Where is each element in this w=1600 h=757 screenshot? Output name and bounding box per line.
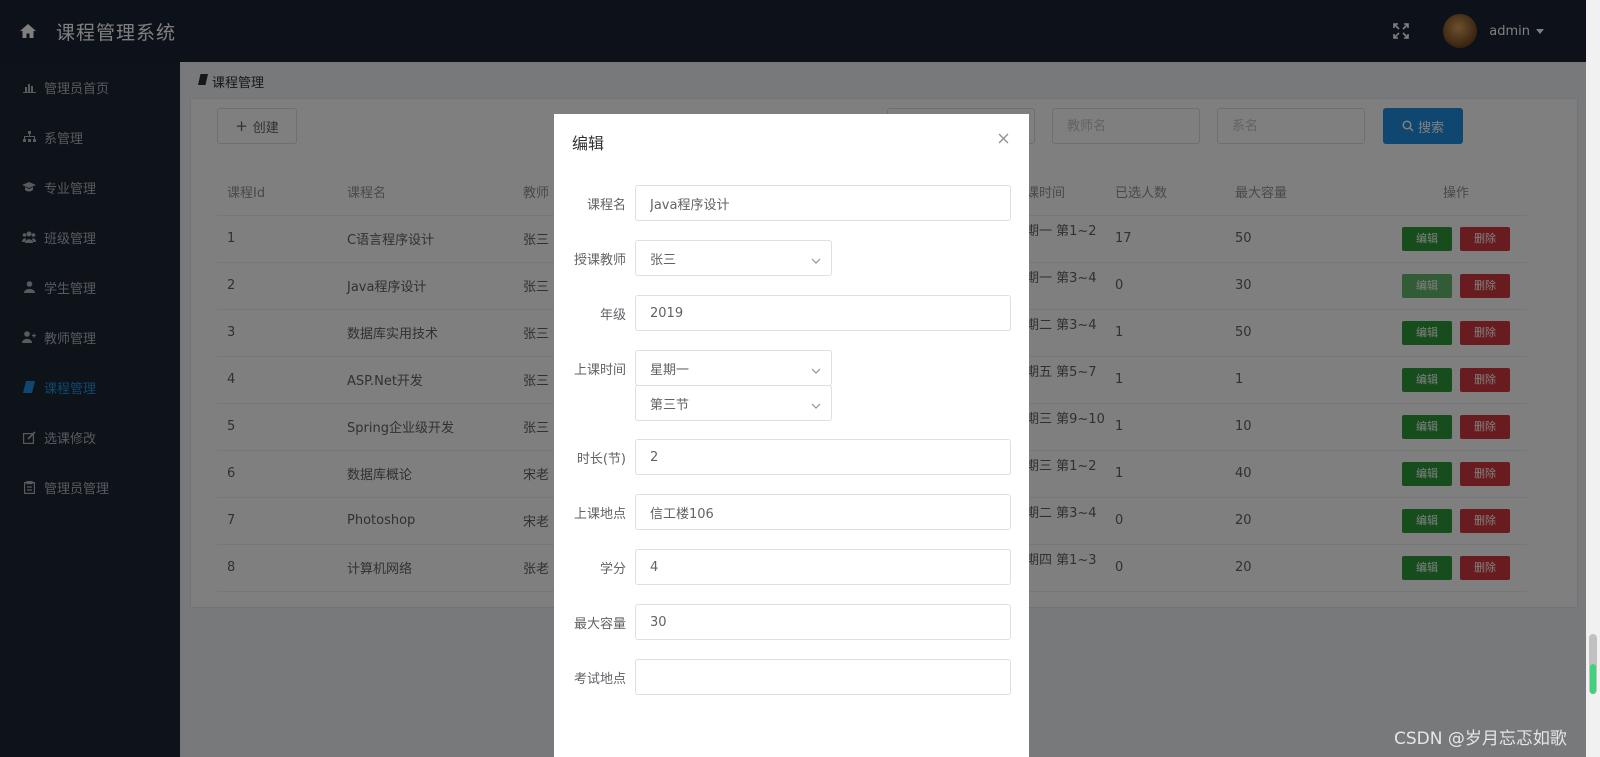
class-time-label: 上课时间	[573, 363, 626, 378]
max-capacity-label: 最大容量	[573, 617, 626, 632]
scroll-indicator	[1590, 664, 1596, 694]
page-scrollbar[interactable]	[1586, 0, 1600, 757]
period-select[interactable]: 第三节	[635, 385, 832, 421]
chevron-down-icon	[811, 253, 821, 268]
chevron-down-icon	[811, 398, 821, 413]
watermark: CSDN @岁月忘忑如歌	[1394, 729, 1567, 749]
dialog-title: 编辑	[572, 134, 605, 153]
weekday-select-value: 星期一	[650, 362, 690, 378]
grade-label: 年级	[599, 308, 626, 323]
teacher-select-value: 张三	[650, 252, 677, 268]
credit-field[interactable]	[635, 549, 1011, 585]
close-icon[interactable]	[995, 130, 1011, 146]
teacher-label: 授课教师	[573, 253, 626, 268]
edit-course-dialog: 编辑 课程名 授课教师 张三 年级 上课时间 星期一 第三节 时长(节) 上课地…	[554, 114, 1029, 757]
weekday-select[interactable]: 星期一	[635, 350, 832, 386]
location-field[interactable]	[635, 494, 1011, 530]
exam-location-label: 考试地点	[573, 672, 626, 687]
course-name-field[interactable]	[635, 185, 1011, 221]
duration-field[interactable]	[635, 439, 1011, 475]
teacher-select[interactable]: 张三	[635, 240, 832, 276]
credit-label: 学分	[599, 562, 626, 577]
period-select-value: 第三节	[650, 397, 690, 413]
grade-field[interactable]	[635, 295, 1011, 331]
location-label: 上课地点	[573, 507, 626, 522]
chevron-down-icon	[811, 363, 821, 378]
exam-location-field[interactable]	[635, 659, 1011, 695]
duration-label: 时长(节)	[576, 452, 626, 467]
max-capacity-field[interactable]	[635, 604, 1011, 640]
course-name-label: 课程名	[586, 198, 626, 213]
